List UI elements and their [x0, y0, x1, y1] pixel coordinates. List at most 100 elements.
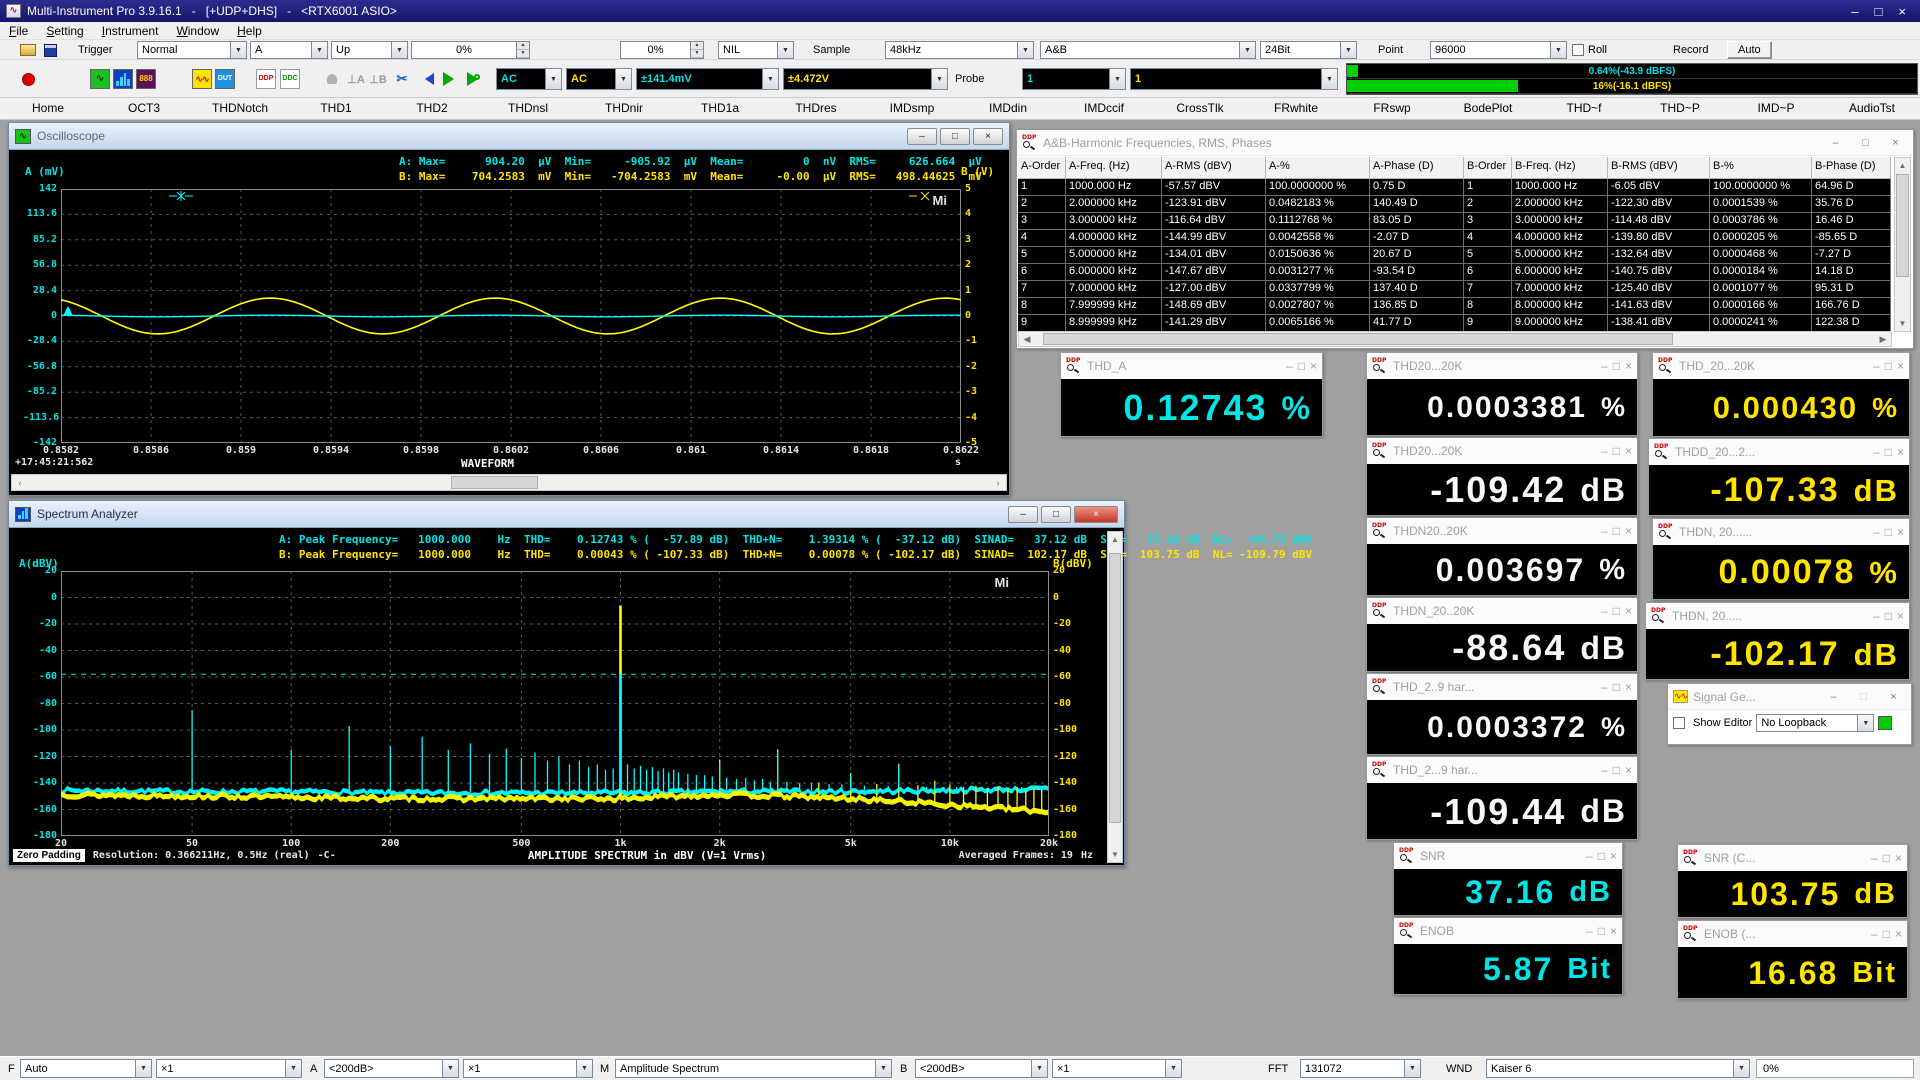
- minimize-icon[interactable]: –: [1286, 359, 1293, 373]
- minimize-icon[interactable]: –: [1601, 524, 1608, 538]
- minimize-icon[interactable]: –: [1823, 137, 1848, 149]
- maximize-icon[interactable]: □: [1885, 359, 1892, 373]
- meter-titlebar[interactable]: DDP THDN20..20K – □ ×: [1367, 518, 1637, 544]
- close-icon[interactable]: ×: [1883, 137, 1908, 149]
- harmonics-h-scrollbar[interactable]: ◀ ▶: [1018, 331, 1892, 347]
- maximize-icon[interactable]: □: [1885, 609, 1892, 623]
- maximize-icon[interactable]: □: [1883, 851, 1890, 865]
- tab-imdsmp[interactable]: IMDsmp: [864, 98, 960, 119]
- close-icon[interactable]: ×: [1610, 849, 1617, 863]
- bit-depth-select[interactable]: 24Bit▼: [1260, 41, 1357, 59]
- trigger-slope-select[interactable]: Up▼: [331, 41, 408, 59]
- ground-a-icon[interactable]: ⊥A: [346, 69, 366, 89]
- tab-frwhite[interactable]: FRwhite: [1248, 98, 1344, 119]
- trigger-mode-select[interactable]: Normal▼: [137, 41, 247, 59]
- tab-thd1[interactable]: THD1: [288, 98, 384, 119]
- window-function-select[interactable]: Kaiser 6▼: [1486, 1059, 1750, 1078]
- maximize-icon[interactable]: □: [1613, 680, 1620, 694]
- meter-titlebar[interactable]: DDP SNR (C... – □ ×: [1678, 845, 1907, 871]
- signal-generator-icon[interactable]: ∿∿: [192, 69, 212, 89]
- close-icon[interactable]: ×: [1610, 924, 1617, 938]
- column-header[interactable]: B-Freq. (Hz): [1512, 157, 1608, 179]
- show-editor-checkbox[interactable]: [1673, 717, 1685, 729]
- harmonics-titlebar[interactable]: DDP A&B-Harmonic Frequencies, RMS, Phase…: [1017, 130, 1913, 156]
- save-icon[interactable]: [44, 41, 57, 59]
- fft-size-select[interactable]: 131072▼: [1300, 1059, 1421, 1078]
- meter-titlebar[interactable]: DDP THD_A – □ ×: [1061, 353, 1322, 379]
- maximize-icon[interactable]: □: [1853, 137, 1878, 149]
- ddp-viewer-icon[interactable]: DDP: [256, 69, 276, 89]
- close-icon[interactable]: ×: [1895, 927, 1902, 941]
- menu-item-window[interactable]: Window: [167, 24, 228, 38]
- harmonics-v-scrollbar[interactable]: ▲ ▼: [1894, 157, 1911, 332]
- table-row[interactable]: 66.000000 kHz-147.67 dBV0.0031277 %-93.5…: [1018, 264, 1891, 281]
- meter-titlebar[interactable]: DDP THDN, 20...... – □ ×: [1653, 519, 1909, 545]
- column-header[interactable]: B-Phase (D): [1812, 157, 1891, 179]
- column-header[interactable]: A-Phase (D): [1370, 157, 1464, 179]
- tab-thd1a[interactable]: THD1a: [672, 98, 768, 119]
- meter-titlebar[interactable]: DDP THD_20...20K – □ ×: [1653, 353, 1909, 379]
- fps-x1-select[interactable]: ×1▼: [156, 1059, 302, 1078]
- range-a-select[interactable]: ±141.4mV▼: [636, 68, 779, 90]
- ground-b-icon[interactable]: ⊥B: [368, 69, 388, 89]
- signal-generator-titlebar[interactable]: ∿∿ Signal Ge... – □ ×: [1668, 684, 1911, 710]
- axis-a-x1-select[interactable]: ×1▼: [463, 1059, 593, 1078]
- trigger-source-select[interactable]: A▼: [250, 41, 328, 59]
- minimize-icon[interactable]: –: [1601, 604, 1608, 618]
- multimeter-icon[interactable]: 888: [136, 69, 156, 89]
- menu-item-instrument[interactable]: Instrument: [93, 24, 168, 38]
- tab-imdccif[interactable]: IMDccif: [1056, 98, 1152, 119]
- record-label[interactable]: Record: [1673, 41, 1708, 59]
- meter-titlebar[interactable]: DDP THD20...20K – □ ×: [1367, 438, 1637, 464]
- speaker-icon[interactable]: [416, 69, 436, 89]
- minimize-icon[interactable]: –: [1871, 851, 1878, 865]
- minimize-icon[interactable]: –: [1601, 444, 1608, 458]
- meter-titlebar[interactable]: DDP THDN_20..20K – □ ×: [1367, 598, 1637, 624]
- probe-calibration-icon[interactable]: ✂: [392, 69, 412, 89]
- coupling-a-select[interactable]: AC▼: [496, 68, 562, 90]
- tab-oct3[interactable]: OCT3: [96, 98, 192, 119]
- minimize-icon[interactable]: –: [1601, 680, 1608, 694]
- close-icon[interactable]: ×: [1625, 524, 1632, 538]
- maximize-icon[interactable]: □: [1613, 763, 1620, 777]
- generator-run-indicator[interactable]: [1878, 716, 1892, 730]
- table-row[interactable]: 87.999999 kHz-148.69 dBV0.0027807 %136.8…: [1018, 298, 1891, 315]
- table-row[interactable]: 55.000000 kHz-134.01 dBV0.0150636 %20.67…: [1018, 247, 1891, 264]
- maximize-icon[interactable]: □: [1883, 927, 1890, 941]
- meter-titlebar[interactable]: DDP THD_2...9 har... – □ ×: [1367, 757, 1637, 783]
- tab-thd2[interactable]: THD2: [384, 98, 480, 119]
- minimize-icon[interactable]: –: [1873, 359, 1880, 373]
- play-loop-icon[interactable]: [466, 69, 486, 89]
- maximize-icon[interactable]: □: [1885, 525, 1892, 539]
- axis-b-range-select[interactable]: <200dB>▼: [915, 1059, 1048, 1078]
- spectrum-plot[interactable]: Mi: [61, 571, 1049, 836]
- spectrum-mode-select[interactable]: Amplitude Spectrum▼: [615, 1059, 892, 1078]
- oscilloscope-icon[interactable]: ∿: [90, 69, 110, 89]
- range-b-select[interactable]: ±4.472V▼: [783, 68, 948, 90]
- close-icon[interactable]: ×: [1625, 359, 1632, 373]
- ddc-icon[interactable]: DDC: [280, 69, 300, 89]
- minimize-icon[interactable]: –: [1601, 359, 1608, 373]
- spectrum-v-scrollbar[interactable]: ▲ ▼: [1107, 531, 1123, 863]
- minimize-icon[interactable]: –: [1586, 849, 1593, 863]
- tab-bodeplot[interactable]: BodePlot: [1440, 98, 1536, 119]
- play-icon[interactable]: [442, 69, 462, 89]
- axis-b-x1-select[interactable]: ×1▼: [1052, 1059, 1182, 1078]
- maximize-icon[interactable]: □: [1598, 924, 1605, 938]
- maximize-icon[interactable]: □: [1041, 506, 1071, 523]
- minimize-icon[interactable]: –: [1871, 927, 1878, 941]
- tab-crosstlk[interactable]: CrossTlk: [1152, 98, 1248, 119]
- tab-thd~f[interactable]: THD~f: [1536, 98, 1632, 119]
- bell-icon[interactable]: [322, 69, 342, 89]
- table-row[interactable]: 33.000000 kHz-116.64 dBV0.1112768 %83.05…: [1018, 213, 1891, 230]
- maximize-icon[interactable]: □: [940, 128, 970, 145]
- tab-audiotst[interactable]: AudioTst: [1824, 98, 1920, 119]
- column-header[interactable]: B-%: [1710, 157, 1812, 179]
- scope-h-scrollbar[interactable]: ‹ ›: [11, 474, 1007, 491]
- maximize-icon[interactable]: □: [1885, 445, 1892, 459]
- column-header[interactable]: A-Order: [1018, 157, 1066, 179]
- close-icon[interactable]: ×: [1897, 525, 1904, 539]
- table-row[interactable]: 22.000000 kHz-123.91 dBV0.0482183 %140.4…: [1018, 196, 1891, 213]
- minimize-icon[interactable]: –: [1873, 445, 1880, 459]
- close-icon[interactable]: ×: [1625, 763, 1632, 777]
